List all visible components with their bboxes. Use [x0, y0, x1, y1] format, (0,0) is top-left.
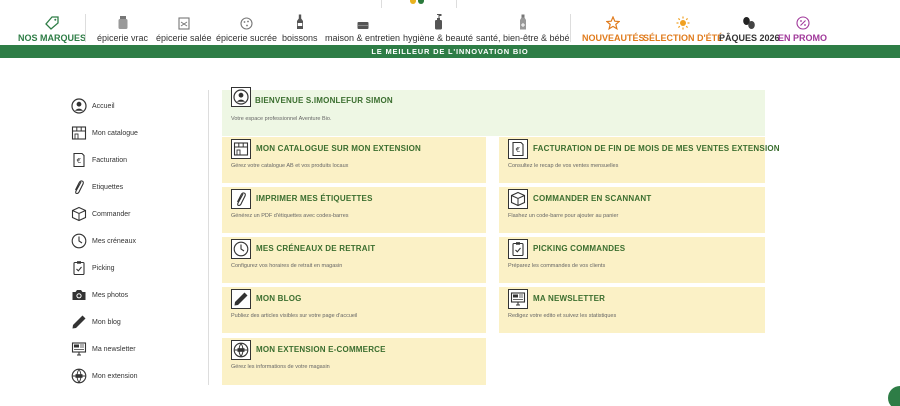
sidebar-item-picking[interactable]: Picking	[70, 258, 115, 278]
paperclip-icon	[231, 189, 251, 209]
sidebar-item-catalogue[interactable]: Mon catalogue	[70, 123, 138, 143]
nav-epicerie-salee[interactable]: épicerie salée	[156, 12, 212, 44]
card-extension[interactable]: MON EXTENSION E-COMMERCE Gérez les infor…	[222, 338, 486, 385]
percent-icon	[795, 14, 810, 30]
sidebar-item-accueil[interactable]: Accueil	[70, 96, 115, 116]
nav-nos-marques[interactable]: NOS MARQUES	[18, 12, 86, 44]
nav-epicerie-vrac[interactable]: épicerie vrac	[97, 12, 148, 44]
svg-text:€: €	[77, 157, 81, 165]
invoice-euro-icon: €	[508, 139, 528, 159]
nav-separator	[570, 14, 571, 42]
card-etiquettes[interactable]: IMPRIMER MES ÉTIQUETTES Générez un PDF d…	[222, 187, 486, 233]
paperclip-icon	[70, 178, 88, 196]
cookie-icon	[240, 14, 253, 30]
nav-epicerie-sucree[interactable]: épicerie sucrée	[216, 12, 277, 44]
chat-button[interactable]	[888, 386, 900, 406]
card-title: COMMANDER EN SCANNANT	[533, 194, 652, 203]
pump-bottle-icon	[434, 14, 443, 30]
sidebar-divider	[208, 90, 209, 385]
card-description: Préparez les commandes de vos clients	[508, 263, 606, 269]
card-commander[interactable]: COMMANDER EN SCANNANT Flashez un code-ba…	[499, 187, 765, 233]
welcome-description: Votre espace professionnel Aventure Bio.	[231, 116, 332, 122]
nav-separator	[85, 14, 86, 42]
monitor-icon	[70, 340, 88, 358]
card-description: Publiez des articles visibles sur votre …	[231, 313, 358, 319]
clipboard-check-icon	[70, 259, 88, 277]
monitor-icon	[508, 289, 528, 309]
card-title: FACTURATION DE FIN DE MOIS DE MES VENTES…	[533, 144, 780, 153]
card-title: MON CATALOGUE SUR MON EXTENSION	[256, 144, 422, 153]
shop-icon	[70, 124, 88, 142]
nav-maison-entretien[interactable]: maison & entretien	[325, 12, 400, 44]
package-icon	[508, 189, 528, 209]
nav-hygiene-beaute[interactable]: hygiène & beauté	[403, 12, 473, 44]
card-title: MON BLOG	[256, 294, 302, 303]
sidebar-item-commander[interactable]: Commander	[70, 204, 131, 224]
user-icon	[231, 87, 251, 107]
tagline-banner: LE MEILLEUR DE L'INNOVATION BIO	[0, 45, 900, 58]
eggs-icon	[742, 14, 756, 30]
tag-icon	[45, 14, 59, 30]
sidebar-item-newsletter[interactable]: Ma newsletter	[70, 339, 136, 359]
nav-sante-bien-etre[interactable]: santé, bien-être & bébé	[476, 12, 570, 44]
camera-icon	[70, 286, 88, 304]
sidebar-item-creneaux[interactable]: Mes créneaux	[70, 231, 136, 251]
card-newsletter[interactable]: MA NEWSLETTER Redigez votre edito et sui…	[499, 287, 765, 333]
shop-icon	[231, 139, 251, 159]
box-icon	[178, 14, 190, 30]
card-title: MES CRÉNEAUX DE RETRAIT	[256, 244, 376, 253]
clock-icon	[70, 232, 88, 250]
sun-icon	[676, 14, 690, 30]
globe-cart-icon	[70, 367, 88, 385]
svg-text:€: €	[516, 146, 520, 154]
card-description: Redigez votre edito et suivez les statis…	[508, 313, 617, 319]
card-description: Consultez le recap de vos ventes mensuel…	[508, 163, 619, 169]
invoice-euro-icon: €	[70, 151, 88, 169]
top-navigation: NOS MARQUES épicerie vrac épicerie salée…	[0, 0, 900, 45]
card-description: Configurez vos horaires de retrait en ma…	[231, 263, 343, 269]
pencil-icon	[231, 289, 251, 309]
bottle-icon	[296, 14, 304, 30]
user-icon	[70, 97, 88, 115]
welcome-card: BIENVENUE S.IMONLEFUR SIMON Votre espace…	[222, 87, 765, 136]
nav-nouveautes[interactable]: NOUVEAUTÉS	[582, 12, 645, 44]
sponge-icon	[357, 14, 369, 30]
nav-boissons[interactable]: boissons	[282, 12, 318, 44]
nav-selection-ete[interactable]: SÉLECTION D'ÉTÉ	[643, 12, 723, 44]
card-blog[interactable]: MON BLOG Publiez des articles visibles s…	[222, 287, 486, 333]
welcome-title: BIENVENUE S.IMONLEFUR SIMON	[255, 96, 393, 105]
nav-paques[interactable]: PÂQUES 2026	[719, 12, 780, 44]
sidebar-item-blog[interactable]: Mon blog	[70, 312, 121, 332]
jar-icon	[117, 14, 129, 30]
card-description: Générez un PDF d'étiquettes avec codes-b…	[231, 213, 349, 219]
logo-fragment	[381, 0, 457, 8]
card-title: MON EXTENSION E-COMMERCE	[256, 345, 386, 354]
sidebar-item-extension[interactable]: Mon extension	[70, 366, 138, 386]
globe-cart-icon	[231, 340, 251, 360]
nav-en-promo[interactable]: EN PROMO	[778, 12, 827, 44]
card-description: Gérez les informations de votre magasin	[231, 364, 330, 370]
card-title: IMPRIMER MES ÉTIQUETTES	[256, 194, 373, 203]
clock-icon	[231, 239, 251, 259]
card-creneaux[interactable]: MES CRÉNEAUX DE RETRAIT Configurez vos h…	[222, 237, 486, 283]
card-title: PICKING COMMANDES	[533, 244, 626, 253]
card-description: Gérez votre catalogue AB et vos produits…	[231, 163, 349, 169]
sidebar-item-etiquettes[interactable]: Etiquettes	[70, 177, 123, 197]
card-title: MA NEWSLETTER	[533, 294, 606, 303]
package-icon	[70, 205, 88, 223]
card-picking[interactable]: PICKING COMMANDES Préparez les commandes…	[499, 237, 765, 283]
card-catalogue[interactable]: MON CATALOGUE SUR MON EXTENSION Gérez vo…	[222, 137, 486, 183]
card-facturation[interactable]: € FACTURATION DE FIN DE MOIS DE MES VENT…	[499, 137, 780, 183]
sidebar-item-facturation[interactable]: € Facturation	[70, 150, 127, 170]
pencil-icon	[70, 313, 88, 331]
card-description: Flashez un code-barre pour ajouter au pa…	[508, 213, 619, 219]
medicine-bottle-icon	[519, 14, 527, 30]
sidebar-item-photos[interactable]: Mes photos	[70, 285, 128, 305]
clipboard-check-icon	[508, 239, 528, 259]
star-icon	[606, 14, 621, 30]
